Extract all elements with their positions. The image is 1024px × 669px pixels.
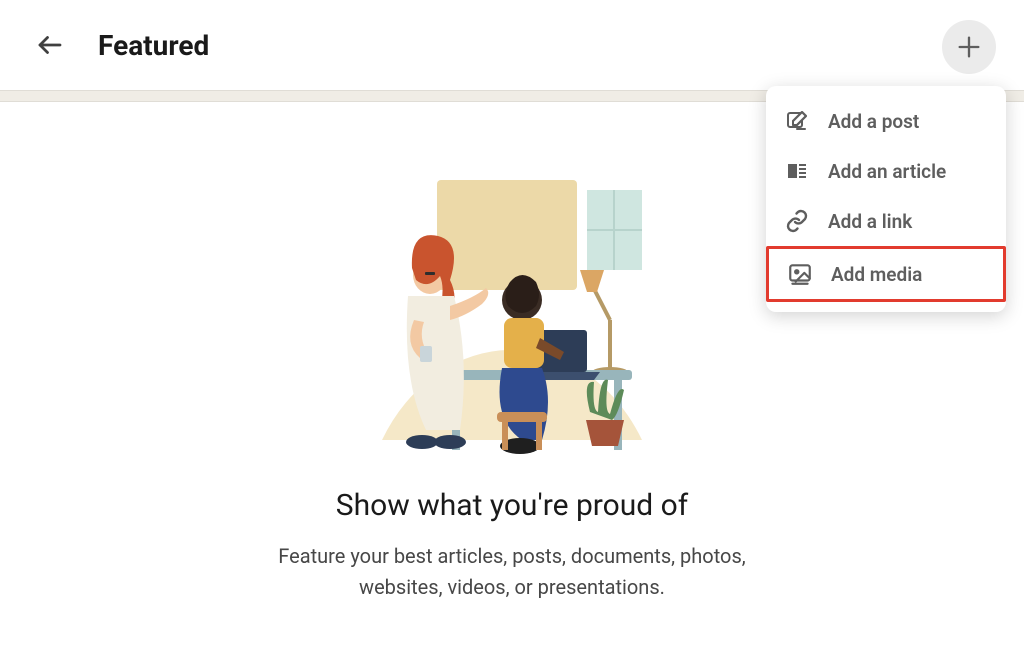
add-button[interactable]	[942, 20, 996, 74]
back-button[interactable]	[30, 25, 70, 65]
featured-illustration	[342, 120, 682, 460]
menu-item-add-article[interactable]: Add an article	[766, 146, 1006, 196]
article-icon	[784, 158, 810, 184]
menu-item-add-media[interactable]: Add media	[766, 246, 1006, 302]
compose-icon	[784, 108, 810, 134]
empty-state-headline: Show what you're proud of	[336, 488, 688, 523]
menu-item-add-post[interactable]: Add a post	[766, 96, 1006, 146]
page-title: Featured	[98, 29, 209, 62]
arrow-left-icon	[35, 30, 65, 60]
empty-state-body: Feature your best articles, posts, docum…	[272, 541, 752, 603]
illustration-svg	[342, 120, 682, 460]
menu-item-label: Add a link	[828, 210, 912, 233]
menu-item-add-link[interactable]: Add a link	[766, 196, 1006, 246]
media-icon	[787, 261, 813, 287]
menu-item-label: Add media	[831, 263, 922, 286]
plus-icon	[955, 33, 983, 61]
menu-item-label: Add a post	[828, 110, 919, 133]
header-bar: Featured	[0, 0, 1024, 90]
add-menu: Add a post Add an article Add a link	[766, 86, 1006, 312]
menu-item-label: Add an article	[828, 160, 946, 183]
link-icon	[784, 208, 810, 234]
